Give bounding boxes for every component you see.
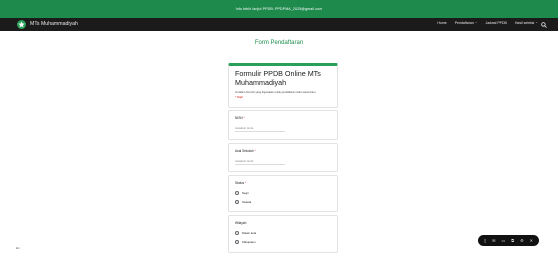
form-header-card: Formulir PPDB Online MTs Muhammadiyah Is… <box>228 63 338 108</box>
wilayah-option-dalam-kota[interactable]: Dalam kota <box>235 231 256 235</box>
option-label: Dalam kota <box>242 231 257 235</box>
main-menu: Home Pendaftaran ⌄ Jadwal PPDB Hasil sel… <box>437 21 538 25</box>
menu-item-label: Pendaftaran <box>454 21 474 25</box>
menu-item-home[interactable]: Home <box>437 21 446 25</box>
question-text: Asal Sekolah <box>235 149 254 153</box>
radio-button[interactable] <box>235 240 239 244</box>
radio-button[interactable] <box>235 191 239 195</box>
page-title: Form Pendaftaran <box>254 40 304 46</box>
menu-item-label: Hasil seleksi <box>514 21 535 25</box>
radio-button[interactable] <box>235 200 239 204</box>
menu-item-pendaftaran[interactable]: Pendaftaran ⌄ <box>455 21 478 25</box>
required-marker: * <box>243 116 245 120</box>
status-option-swasta[interactable]: Swasta <box>235 200 251 204</box>
question-label: Wilayah <box>235 221 246 225</box>
status-option-negri[interactable]: Negri <box>235 191 249 195</box>
chevron-down-icon: ⌄ <box>474 20 478 25</box>
asal-sekolah-input[interactable]: Jawaban Anda <box>235 159 285 165</box>
menu-item-hasil-seleksi[interactable]: Hasil seleksi ⌄ <box>515 21 538 25</box>
option-label: Negri <box>242 191 249 195</box>
question-text: Status <box>235 181 245 185</box>
message-icon[interactable]: ▭ <box>501 238 505 243</box>
menu-item-label: Jadwal PPDB <box>485 21 507 25</box>
announcement-text: Info lebih lanjut PPDB: PPDPMA_2025@gmai… <box>235 7 323 11</box>
phone-icon[interactable]: ▯ <box>484 238 486 243</box>
option-label: Kabupaten <box>242 240 256 244</box>
question-card-nisn: NISN * Jawaban Anda <box>228 110 338 140</box>
navbar: MTs Muhammadiyah Home Pendaftaran ⌄ Jadw… <box>0 18 558 31</box>
form-title: Formulir PPDB Online MTs Muhammadiyah <box>235 69 321 87</box>
question-label: Asal Sekolah * <box>235 149 256 153</box>
menu-item-jadwal[interactable]: Jadwal PPDB <box>485 21 506 25</box>
announcement-bar: Info lebih lanjut PPDB: PPDPMA_2025@gmai… <box>0 0 558 18</box>
question-card-wilayah: Wilayah Dalam kota Kabupaten <box>228 215 338 253</box>
wilayah-option-kabupaten[interactable]: Kabupaten <box>235 240 256 244</box>
question-label: NISN * <box>235 116 245 120</box>
floating-toolbar: ▯ ✉ ▭ ⧉ ⚙ ✕ <box>478 235 539 246</box>
school-logo-icon[interactable] <box>17 20 26 29</box>
question-card-status: Status * Negri Swasta <box>228 175 338 212</box>
settings-icon[interactable]: ⚙ <box>520 238 524 243</box>
required-marker: * <box>254 149 256 153</box>
corner-label: En <box>16 246 20 250</box>
option-label: Swasta <box>242 200 252 204</box>
close-icon[interactable]: ✕ <box>530 238 533 243</box>
brand-name[interactable]: MTs Muhammadiyah <box>30 21 78 27</box>
required-note: * Wajib <box>235 96 244 99</box>
nisn-input[interactable]: Jawaban Anda <box>235 126 285 132</box>
question-card-asal-sekolah: Asal Sekolah * Jawaban Anda <box>228 143 338 172</box>
form-description: Isi dalam formulir yang digunakan untuk … <box>235 91 317 94</box>
chat-icon[interactable]: ✉ <box>492 238 495 243</box>
chevron-down-icon: ⌄ <box>535 20 538 25</box>
question-label: Status * <box>235 181 246 185</box>
menu-item-label: Home <box>437 21 447 25</box>
radio-button[interactable] <box>235 231 239 235</box>
question-text: Wilayah <box>235 221 247 225</box>
search-icon[interactable] <box>541 21 547 28</box>
copy-icon[interactable]: ⧉ <box>511 238 514 243</box>
required-marker: * <box>244 181 247 185</box>
question-text: NISN <box>235 116 243 120</box>
